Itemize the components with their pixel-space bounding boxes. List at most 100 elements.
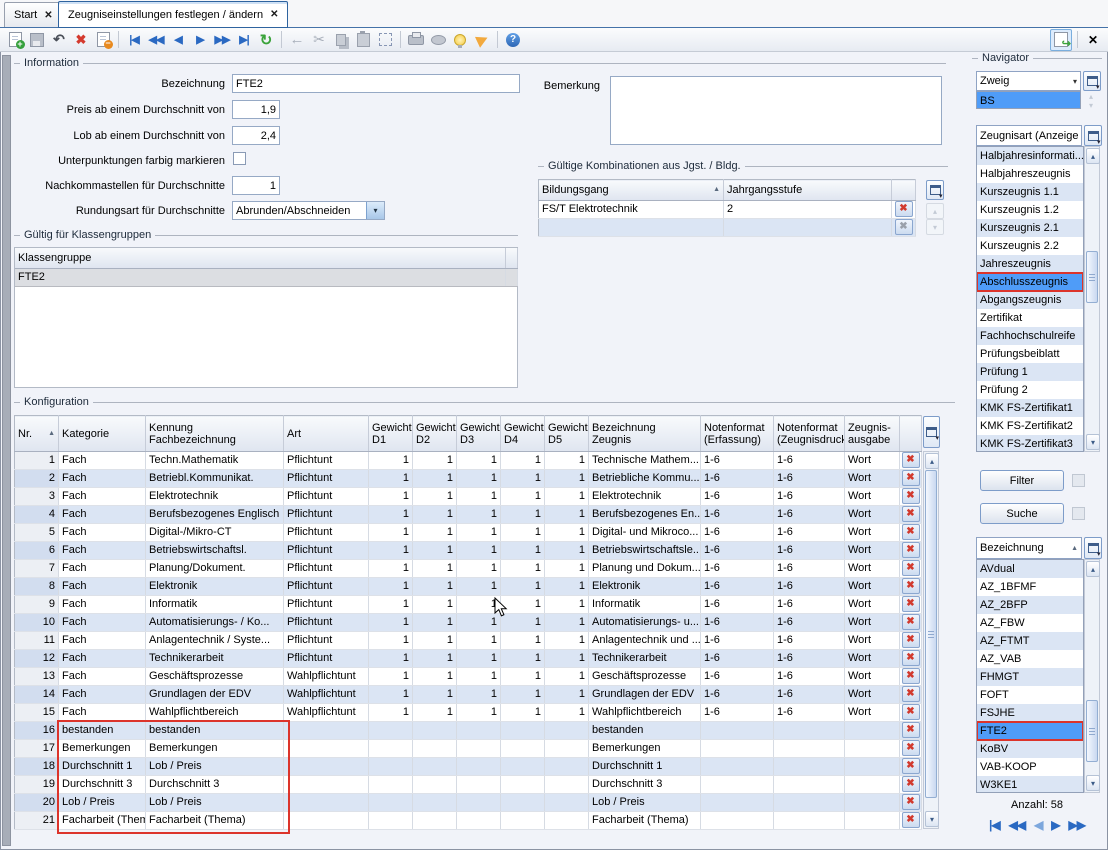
ausgabe-cell[interactable]: Wort [845,560,900,578]
column-header-kennung[interactable]: Kennung Fachbezeichnung [146,416,284,452]
notenformat-erfassung-cell[interactable]: 1-6 [701,470,774,488]
gewicht-d5-cell[interactable]: 1 [545,704,589,722]
delete-row-icon[interactable]: ✖ [902,722,920,738]
table-row[interactable]: 5 Fach Digital-/Mikro-CT Pflichtunt 1 1 … [15,524,922,542]
gewicht-d1-cell[interactable]: 1 [369,452,413,470]
bell-icon[interactable] [472,30,492,50]
gewicht-d3-cell[interactable]: 1 [457,542,501,560]
list-item[interactable]: W3KE1 [977,776,1083,793]
table-row[interactable]: 2 Fach Betriebl.Kommunikat. Pflichtunt 1… [15,470,922,488]
column-header-notenformat-zeugnisdruck[interactable]: Notenformat(Zeugnisdruck) [774,416,845,452]
delete-row-icon[interactable]: ✖ [902,650,920,666]
paste-icon[interactable] [353,30,373,50]
bemerkung-textarea[interactable] [610,76,942,145]
notenformat-druck-cell[interactable]: 1-6 [774,542,845,560]
scrollbar-thumb[interactable] [925,470,937,798]
art-cell[interactable]: Pflichtunt [284,452,369,470]
ausgabe-cell[interactable]: Wort [845,452,900,470]
gewicht-d3-cell[interactable] [457,758,501,776]
nav-first-icon[interactable]: |◀ [124,30,144,50]
list-item[interactable]: Prüfungsbeiblatt [977,345,1083,363]
gewicht-d3-cell[interactable]: 1 [457,506,501,524]
gewicht-d4-cell[interactable]: 1 [501,632,545,650]
gewicht-d2-cell[interactable]: 1 [413,614,457,632]
delete-row-icon[interactable]: ✖ [902,758,920,774]
zeugnis-cell[interactable]: Technikerarbeit [589,650,701,668]
kennung-cell[interactable]: Berufsbezogenes Englisch [146,506,284,524]
kategorie-cell[interactable]: Fach [59,668,146,686]
notenformat-erfassung-cell[interactable]: 1-6 [701,704,774,722]
ausgabe-cell[interactable]: Wort [845,614,900,632]
gewicht-d1-cell[interactable] [369,758,413,776]
gewicht-d2-cell[interactable] [413,776,457,794]
scroll-up-icon[interactable]: ▴ [1086,561,1100,577]
kennung-cell[interactable]: Durchschnitt 3 [146,776,284,794]
gewicht-d5-cell[interactable]: 1 [545,542,589,560]
zeugnis-cell[interactable]: bestanden [589,722,701,740]
gewicht-d2-cell[interactable]: 1 [413,452,457,470]
notenformat-erfassung-cell[interactable]: 1-6 [701,650,774,668]
gewicht-d2-cell[interactable]: 1 [413,578,457,596]
delete-row-icon[interactable]: ✖ [902,542,920,558]
column-header-bezeichnung-zeugnis[interactable]: BezeichnungZeugnis [589,416,701,452]
scroll-down-icon[interactable]: ▾ [925,811,939,827]
art-cell[interactable]: Pflichtunt [284,524,369,542]
table-row[interactable]: 12 Fach Technikerarbeit Pflichtunt 1 1 1… [15,650,922,668]
gewicht-d5-cell[interactable]: 1 [545,614,589,632]
list-item[interactable]: Zertifikat [977,309,1083,327]
left-splitter[interactable] [2,55,11,846]
gewicht-d2-cell[interactable]: 1 [413,524,457,542]
delete-row-icon[interactable]: ✖ [902,632,920,648]
table-row[interactable]: 6 Fach Betriebswirtschaftsl. Pflichtunt … [15,542,922,560]
ausgabe-cell[interactable] [845,776,900,794]
filter-checkbox[interactable] [1072,474,1085,487]
zeugnis-cell[interactable]: Planung und Dokum... [589,560,701,578]
kennung-cell[interactable]: bestanden [146,722,284,740]
notenformat-druck-cell[interactable]: 1-6 [774,524,845,542]
gewicht-d3-cell[interactable]: 1 [457,488,501,506]
delete-record-icon[interactable]: ✖ [71,30,91,50]
gewicht-d4-cell[interactable]: 1 [501,488,545,506]
kategorie-cell[interactable]: Facharbeit (Thema) [59,812,146,830]
chevron-down-icon[interactable]: ▾ [366,202,384,219]
gewicht-d2-cell[interactable]: 1 [413,506,457,524]
list-item[interactable]: Abschlusszeugnis [977,273,1083,291]
art-cell[interactable] [284,740,369,758]
gewicht-d3-cell[interactable]: 1 [457,668,501,686]
gewicht-d5-cell[interactable]: 1 [545,524,589,542]
klassengruppe-cell[interactable]: FTE2 [15,269,505,287]
kategorie-cell[interactable]: Fach [59,596,146,614]
ausgabe-cell[interactable]: Wort [845,470,900,488]
list-item[interactable]: AZ_VAB [977,650,1083,668]
list-item[interactable]: KMK FS-Zertifikat1 [977,399,1083,417]
table-row[interactable]: 15 Fach Wahlpflichtbereich Wahlpflichtun… [15,704,922,722]
ausgabe-cell[interactable]: Wort [845,650,900,668]
ausgabe-cell[interactable]: Wort [845,578,900,596]
ausgabe-cell[interactable]: Wort [845,506,900,524]
delete-row-icon[interactable]: ✖ [902,560,920,576]
notenformat-erfassung-cell[interactable] [701,812,774,830]
delete-row-icon[interactable]: ✖ [902,776,920,792]
gewicht-d5-cell[interactable]: 1 [545,578,589,596]
gewicht-d3-cell[interactable] [457,740,501,758]
notenformat-druck-cell[interactable] [774,740,845,758]
art-cell[interactable]: Pflichtunt [284,542,369,560]
record-next-fast-icon[interactable]: ▶▶ [1069,818,1085,832]
zeugnis-cell[interactable]: Facharbeit (Thema) [589,812,701,830]
kategorie-cell[interactable]: Fach [59,704,146,722]
gewicht-d5-cell[interactable] [545,722,589,740]
gewicht-d2-cell[interactable] [413,740,457,758]
art-cell[interactable]: Pflichtunt [284,596,369,614]
select-icon[interactable] [375,30,395,50]
list-item[interactable]: VAB-KOOP [977,758,1083,776]
scroll-down-icon[interactable]: ▾ [1086,775,1100,791]
gewicht-d3-cell[interactable]: 1 [457,452,501,470]
nav-prev-fast-icon[interactable]: ◀◀ [146,30,166,50]
column-header-klassengruppe[interactable]: Klassengruppe [15,248,505,269]
bildungsgang-cell[interactable]: FS/T Elektrotechnik [539,201,724,219]
notenformat-druck-cell[interactable]: 1-6 [774,596,845,614]
notenformat-erfassung-cell[interactable] [701,794,774,812]
gewicht-d4-cell[interactable]: 1 [501,470,545,488]
notenformat-erfassung-cell[interactable]: 1-6 [701,578,774,596]
notenformat-erfassung-cell[interactable] [701,722,774,740]
